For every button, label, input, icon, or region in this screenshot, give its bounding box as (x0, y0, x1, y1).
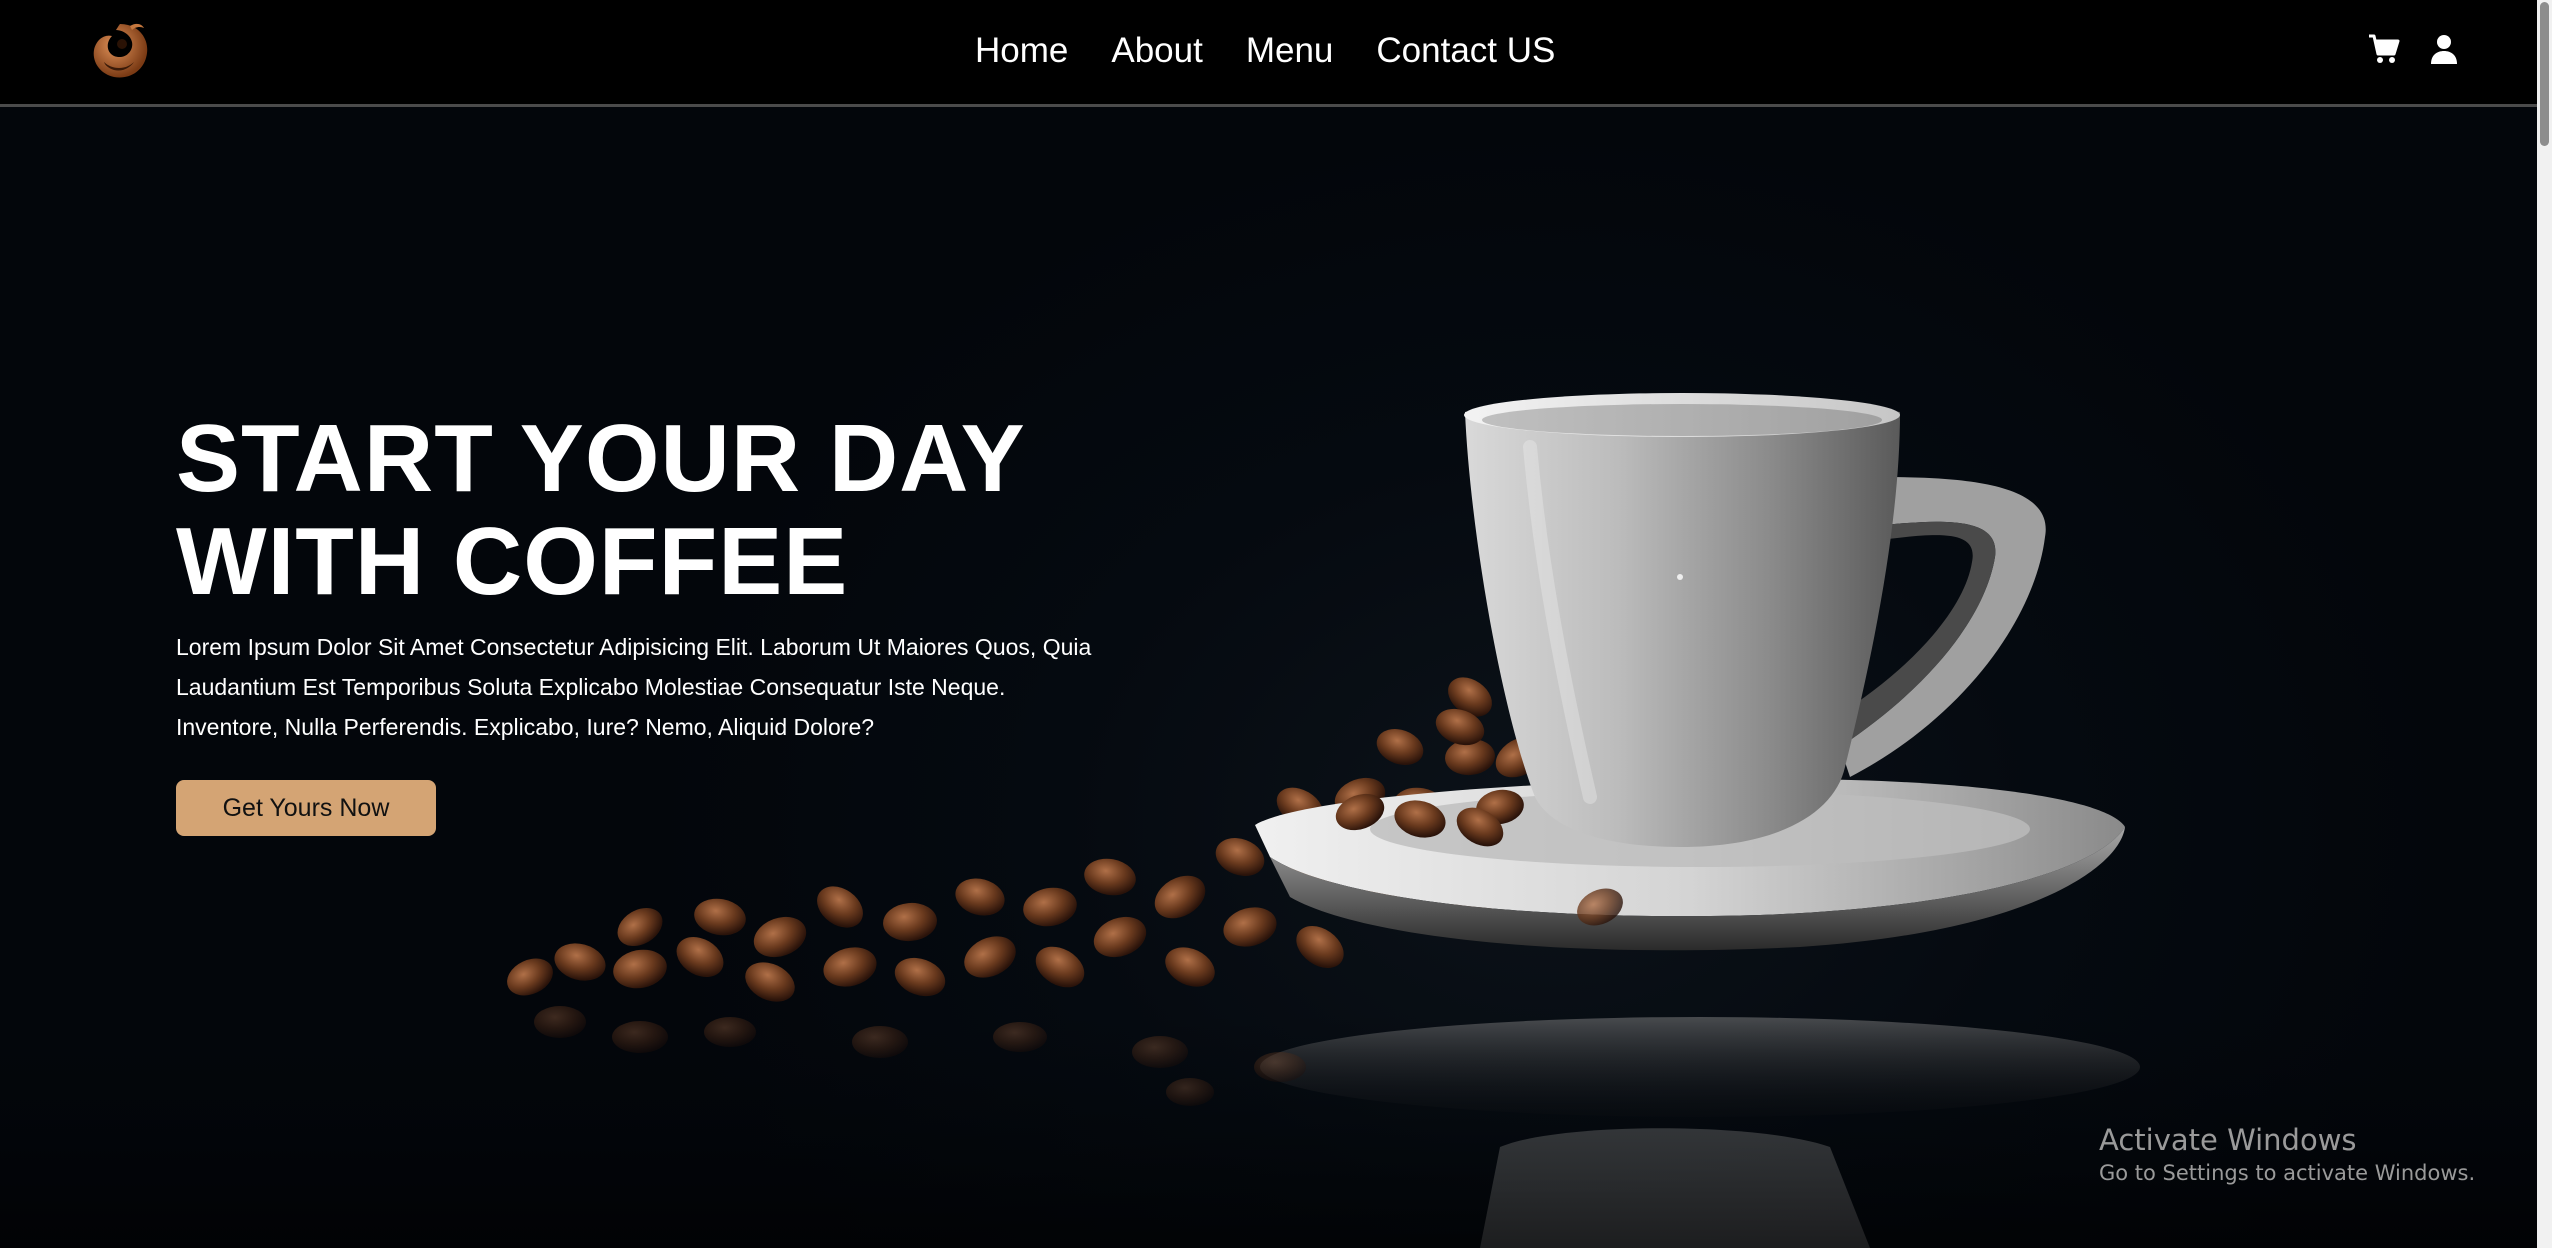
nav-link-menu[interactable]: Menu (1246, 31, 1334, 71)
vertical-scrollbar[interactable] (2537, 0, 2552, 1248)
user-icon[interactable] (2428, 33, 2460, 65)
nav-link-about[interactable]: About (1111, 31, 1202, 71)
nav-link-home[interactable]: Home (975, 31, 1068, 71)
hero-title: START YOUR DAY WITH COFFEE (176, 407, 1176, 613)
hero-description: Lorem Ipsum Dolor Sit Amet Consectetur A… (176, 627, 1096, 747)
watermark-title: Activate Windows (2099, 1123, 2357, 1157)
coffee-swirl-logo-icon[interactable] (86, 18, 154, 84)
cart-icon[interactable] (2368, 33, 2400, 65)
hero-description-line-1: Lorem Ipsum Dolor Sit Amet Consectetur A… (176, 634, 1092, 660)
navbar: Home About Menu Contact US (0, 0, 2537, 107)
watermark-subtitle: Go to Settings to activate Windows. (2099, 1161, 2476, 1185)
hero-description-line-2: Laudantium Est Temporibus Soluta Explica… (176, 674, 1006, 700)
nav-links: Home About Menu Contact US (975, 26, 1555, 76)
page: Home About Menu Contact US START YOUR DA… (0, 0, 2552, 1248)
hero-title-line-1: START YOUR DAY (176, 405, 1026, 512)
hero-title-line-2: WITH COFFEE (176, 508, 849, 615)
nav-icons (2368, 33, 2460, 65)
scrollbar-thumb[interactable] (2540, 2, 2549, 146)
hero-section: START YOUR DAY WITH COFFEE Lorem Ipsum D… (0, 107, 2537, 1248)
activate-windows-watermark: Activate Windows Go to Settings to activ… (2099, 1122, 2475, 1188)
get-yours-now-button[interactable]: Get Yours Now (176, 780, 436, 836)
hero-description-line-3: Inventore, Nulla Perferendis. Explicabo,… (176, 714, 875, 740)
nav-link-contact[interactable]: Contact US (1376, 31, 1555, 71)
